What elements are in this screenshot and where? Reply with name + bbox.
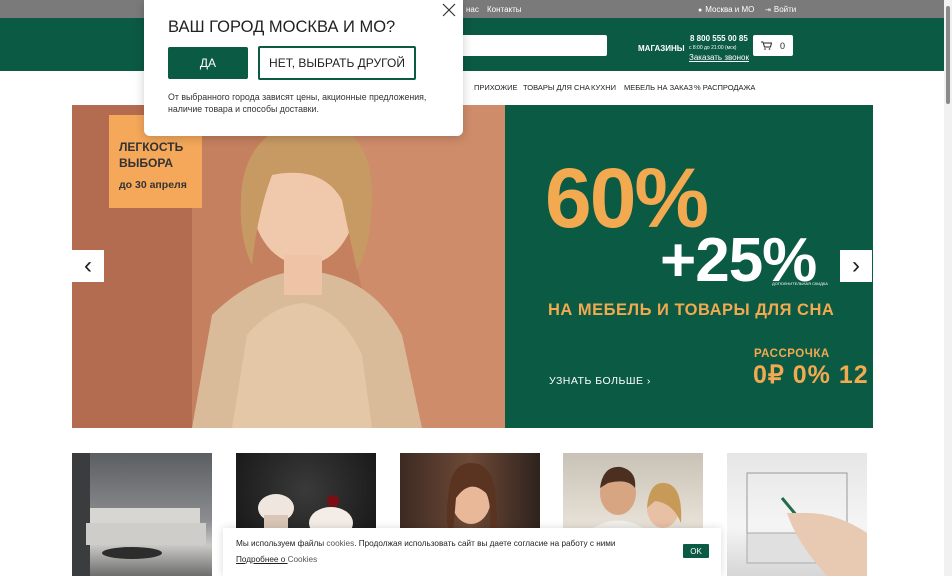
city-confirm-modal: ВАШ ГОРОД МОСКВА И МО? ДА НЕТ, ВЫБРАТЬ Д… xyxy=(144,0,463,136)
working-hours: с 8:00 до 21:00 (мск) xyxy=(689,45,737,51)
banner-subtitle: НА МЕБЕЛЬ И ТОВАРЫ ДЛЯ СНА xyxy=(548,301,835,319)
nav-item-custom-furniture[interactable]: МЕБЕЛЬ НА ЗАКАЗ xyxy=(624,83,693,92)
cart-icon xyxy=(760,41,772,50)
category-tile-custom[interactable] xyxy=(727,453,867,576)
sofa-image xyxy=(72,453,206,576)
close-icon xyxy=(442,3,456,17)
close-modal-button[interactable] xyxy=(440,2,458,20)
category-tile-living-room[interactable] xyxy=(72,453,212,576)
location-pin-icon: ● xyxy=(698,7,703,14)
confirm-city-button[interactable]: ДА xyxy=(168,47,248,79)
cart-button[interactable]: 0 xyxy=(753,35,793,56)
nav-item-sleep-goods[interactable]: ТОВАРЫ ДЛЯ СНА xyxy=(523,83,590,92)
banner-offer: 60% +25% ДОПОЛНИТЕЛЬНАЯ СКИДКА НА МЕБЕЛЬ… xyxy=(505,105,873,428)
promo-banner[interactable]: ЛЕГКОСТЬ ВЫБОРА до 30 апреля 60% +25% ДО… xyxy=(72,105,873,428)
nav-item-hallways[interactable]: ПРИХОЖИЕ xyxy=(474,83,518,92)
city-label: Москва и МО xyxy=(705,5,755,14)
chevron-right-icon: › xyxy=(852,252,860,279)
sketch-image xyxy=(746,472,867,576)
scrollbar-thumb[interactable] xyxy=(946,6,950,104)
login-label: Войти xyxy=(773,5,797,14)
shops-link[interactable]: МАГАЗИНЫ xyxy=(638,44,685,53)
top-bar: нас Контакты ● Москва и МО ⇥ Войти xyxy=(0,0,944,18)
installment-label: РАССРОЧКА xyxy=(754,348,830,360)
extra-discount-label: ДОПОЛНИТЕЛЬНАЯ СКИДКА xyxy=(772,281,828,286)
city-selector[interactable]: ● Москва и МО xyxy=(698,5,754,14)
about-link[interactable]: нас xyxy=(466,5,479,14)
cookie-more-label: Cookies xyxy=(287,555,318,564)
cookie-ok-button[interactable]: OK xyxy=(683,544,709,558)
banner-photo: ЛЕГКОСТЬ ВЫБОРА до 30 апреля xyxy=(72,105,505,428)
city-modal-title: ВАШ ГОРОД МОСКВА И МО? xyxy=(168,18,396,36)
cookies-link[interactable]: cookies xyxy=(326,539,354,548)
phone-number[interactable]: 8 800 555 00 85 xyxy=(690,34,748,43)
main-nav: ПРИХОЖИЕ ТОВАРЫ ДЛЯ СНА КУХНИ МЕБЕЛЬ НА … xyxy=(0,71,944,105)
search-input[interactable] xyxy=(440,35,607,56)
banner-prev-button[interactable]: ‹ xyxy=(72,250,104,282)
chevron-left-icon: ‹ xyxy=(84,252,92,279)
login-link[interactable]: ⇥ Войти xyxy=(765,5,796,14)
city-modal-note: От выбранного города зависят цены, акцио… xyxy=(168,92,427,114)
cookie-more-prefix: Подробнее о xyxy=(236,555,288,564)
login-icon: ⇥ xyxy=(765,7,771,14)
installment-values: 0₽ 0% 12 xyxy=(753,361,869,389)
contacts-link[interactable]: Контакты xyxy=(487,5,522,14)
cookie-banner: Мы используем файлы cookies. Продолжая и… xyxy=(223,528,721,576)
cookie-text-after: . Продолжая использовать сайт вы даете с… xyxy=(354,539,616,548)
learn-more-link[interactable]: УЗНАТЬ БОЛЬШЕ › xyxy=(549,375,651,387)
cart-count: 0 xyxy=(779,40,785,51)
promo-tag-title: ЛЕГКОСТЬ ВЫБОРА xyxy=(119,140,184,170)
nav-item-sale[interactable]: % РАСПРОДАЖА xyxy=(694,83,755,92)
cookie-more-link[interactable]: Подробнее о Cookies xyxy=(236,555,317,564)
choose-other-city-button[interactable]: НЕТ, ВЫБРАТЬ ДРУГОЙ xyxy=(258,46,416,80)
nav-item-kitchens[interactable]: КУХНИ xyxy=(591,83,616,92)
cookie-text: Мы используем файлы cookies. Продолжая и… xyxy=(236,539,616,548)
page: нас Контакты ● Москва и МО ⇥ Войти МАГАЗИН… xyxy=(0,0,952,576)
promo-tag-date: до 30 апреля xyxy=(119,179,187,191)
header: МАГАЗИНЫ 8 800 555 00 85 с 8:00 до 21:00… xyxy=(0,18,944,71)
cookie-text-before: Мы используем файлы xyxy=(236,539,327,548)
banner-next-button[interactable]: › xyxy=(840,250,872,282)
callback-link[interactable]: Заказать звонок xyxy=(689,53,749,62)
